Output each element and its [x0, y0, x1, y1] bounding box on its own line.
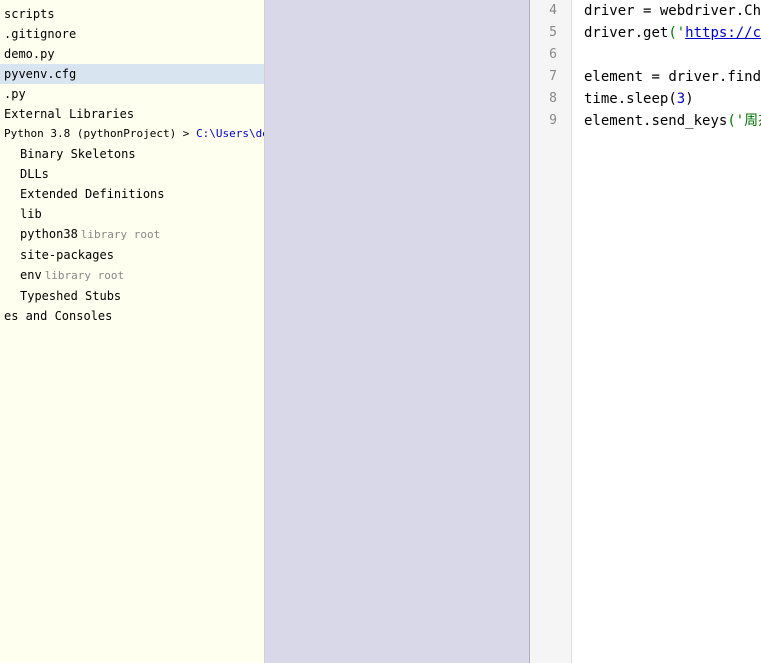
sidebar-item-lib[interactable]: lib: [0, 204, 264, 224]
sidebar-item-label: Extended Definitions: [4, 187, 165, 201]
interpreter-arrow: >: [176, 127, 196, 140]
sidebar-item-label: DLLs: [4, 167, 49, 181]
sidebar-item-label: scripts: [4, 7, 55, 21]
library-root-label: library root: [45, 269, 124, 282]
line-number-5: 5: [530, 22, 563, 44]
sidebar-item-main-py[interactable]: .py: [0, 84, 264, 104]
sidebar-item-gitignore[interactable]: .gitignore: [0, 24, 264, 44]
code-line-8: time.sleep(3): [584, 88, 761, 110]
sidebar-item-label: lib: [4, 207, 42, 221]
line-number-4: 4: [530, 0, 563, 22]
sidebar-item-label: pyvenv.cfg: [4, 67, 76, 81]
sidebar-item-typeshed[interactable]: Typeshed Stubs: [0, 286, 264, 306]
interpreter-path: C:\Users\dell\Pyc: [196, 127, 265, 140]
sidebar-item-demo-py[interactable]: demo.py: [0, 44, 264, 64]
sidebar-item-label: Typeshed Stubs: [4, 289, 121, 303]
sidebar-item-ext-libraries[interactable]: External Libraries: [0, 104, 264, 124]
sidebar-item-consoles[interactable]: es and Consoles: [0, 306, 264, 326]
sidebar-item-python38-lib[interactable]: python38library root: [0, 224, 264, 245]
sidebar-item-dlls[interactable]: DLLs: [0, 164, 264, 184]
line-number-6: 6: [530, 44, 563, 66]
sidebar-item-python38-interp[interactable]: Python 3.8 (pythonProject) > C:\Users\de…: [0, 124, 264, 144]
sidebar-item-label: .py: [4, 87, 26, 101]
sidebar-item-env-lib[interactable]: envlibrary root: [0, 265, 264, 286]
sidebar-item-label: Binary Skeletons: [4, 147, 136, 161]
gutter-divider: [265, 0, 530, 663]
code-line-7: element = driver.find_element(By.ID,: [584, 66, 761, 88]
sidebar: scripts .gitignore demo.py pyvenv.cfg .py Ext…: [0, 0, 265, 663]
code-line-4: driver = webdriver.Chrome(): [584, 0, 761, 22]
interpreter-label: Python 3.8 (pythonProject): [4, 127, 176, 140]
library-root-label: library root: [81, 228, 160, 241]
sidebar-item-site-packages[interactable]: site-packages: [0, 245, 264, 265]
code-line-9: element.send_keys('周杰伦\n') #将关键.: [584, 110, 761, 132]
line-number-8: 8: [530, 88, 563, 110]
sidebar-item-extended-defs[interactable]: Extended Definitions: [0, 184, 264, 204]
line-number-7: 7: [530, 66, 563, 88]
sidebar-item-pyvenv-cfg[interactable]: pyvenv.cfg: [0, 64, 264, 84]
sidebar-item-binary-skeletons[interactable]: Binary Skeletons: [0, 144, 264, 164]
code-line-6: [584, 44, 761, 66]
sidebar-item-label: es and Consoles: [4, 309, 112, 323]
line-number-9: 9: [530, 110, 563, 132]
sidebar-item-scripts[interactable]: scripts: [0, 4, 264, 24]
code-line-5: driver.get('https://cn.bing.com/'): [584, 22, 761, 44]
line-numbers: 456789: [530, 0, 572, 663]
code-area: 456789 driver = webdriver.Chrome()driver…: [530, 0, 761, 663]
sidebar-item-label: External Libraries: [4, 107, 134, 121]
sidebar-item-label: demo.py: [4, 47, 55, 61]
sidebar-item-label: site-packages: [4, 248, 114, 262]
code-content[interactable]: driver = webdriver.Chrome()driver.get('h…: [572, 0, 761, 663]
sidebar-item-label: .gitignore: [4, 27, 76, 41]
